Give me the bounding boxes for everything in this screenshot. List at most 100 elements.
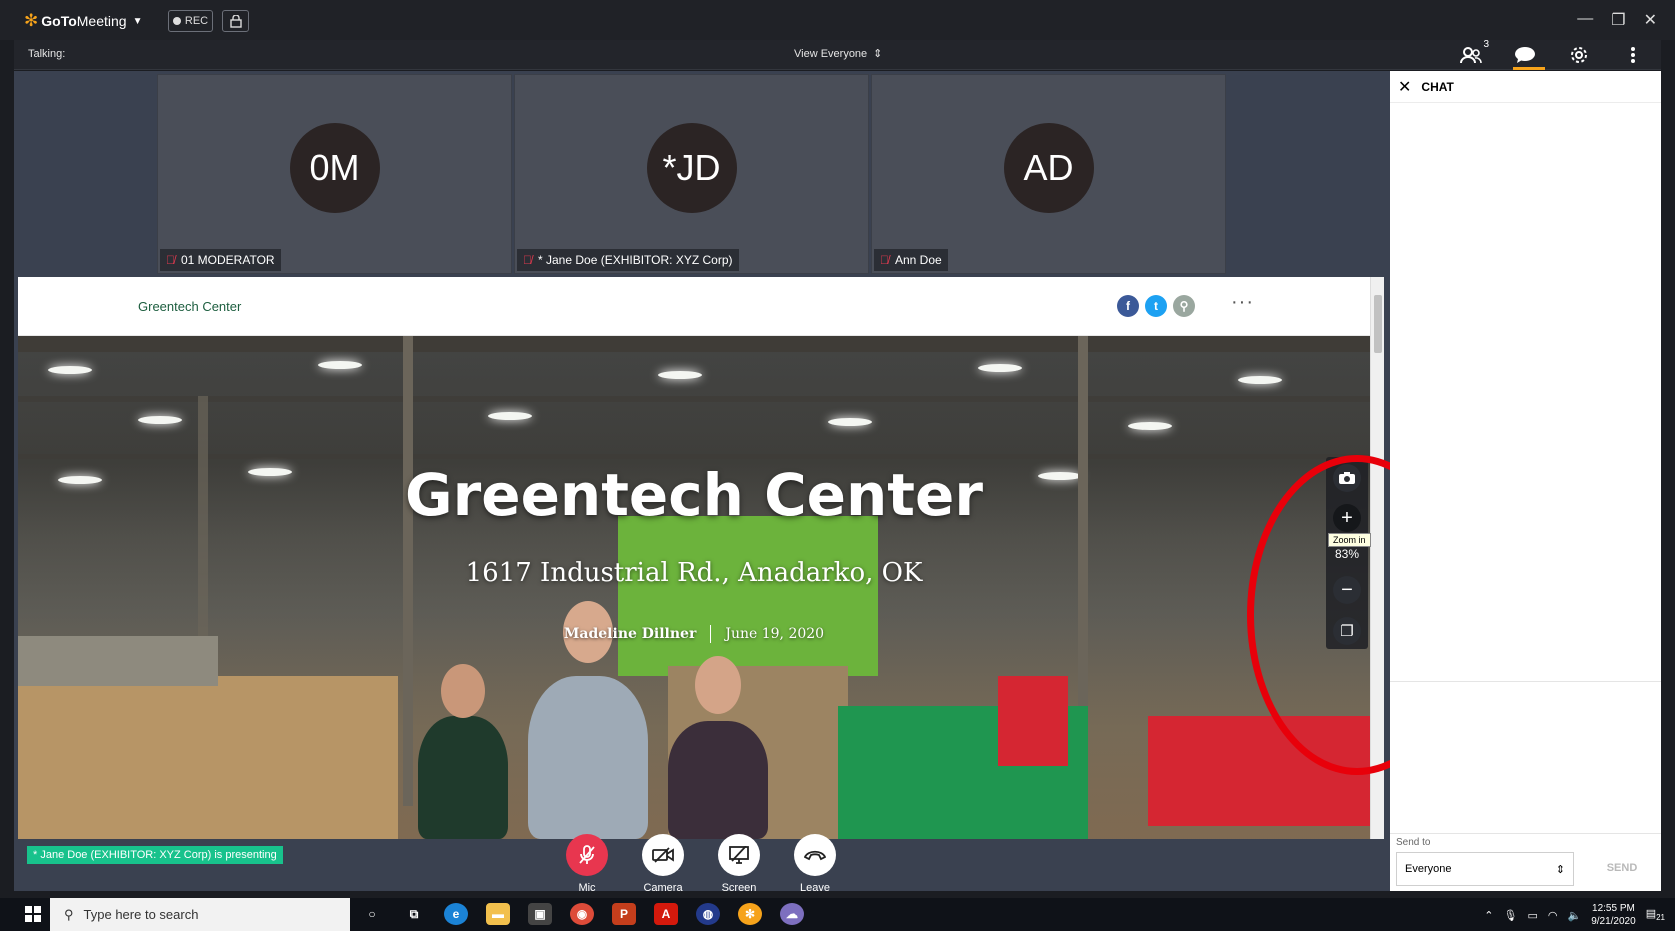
camera-button[interactable]: Camera [633,834,693,894]
app-logo-menu[interactable]: ✻ GoTo Meeting ▼ [24,11,142,31]
gotomeeting-window: ✻ GoTo Meeting ▼ REC — ❐ ✕ Talking: View… [0,0,1675,931]
record-button[interactable]: REC [168,10,213,32]
hero-meta: Madeline Dillner June 19, 2020 [18,625,1370,643]
windows-taskbar: ⚲ Type here to search ○ ⧉ e ▬ ▣ ◉ P A ◍ … [0,898,1675,931]
volume-icon[interactable]: 🔈 [1567,909,1581,922]
participants-button[interactable]: 3 [1457,39,1489,67]
chevron-up-icon[interactable]: ⌃ [1484,909,1493,922]
windows-start-button[interactable] [25,906,41,927]
ceiling-light [1238,376,1282,384]
chat-panel: ✕ CHAT Send to Everyone ⇕ SEND [1390,71,1661,891]
chat-button[interactable] [1511,43,1545,70]
settings-button[interactable] [1565,43,1593,67]
store-icon[interactable]: ▣ [528,903,552,925]
microphone-icon[interactable]: 🎙 [1504,909,1518,922]
notifications-icon[interactable]: ▤21 [1646,907,1665,922]
camera-off-icon [642,834,684,876]
ceiling-beam [18,396,1370,402]
more-horizontal-icon[interactable]: ··· [1231,291,1254,314]
taskbar-search[interactable]: ⚲ Type here to search [50,898,350,931]
webex-icon[interactable]: ◍ [696,903,720,925]
participant-name: Ann Doe [895,253,942,267]
task-view-icon[interactable]: ⧉ [402,903,426,925]
clock-time: 12:55 PM [1592,903,1635,914]
logo-text: Meeting [76,13,127,29]
shared-screen[interactable]: Greentech Center f t ⚲ ··· Greentech Cen… [18,277,1384,839]
hero-address: 1617 Industrial Rd., Anadarko, OK [465,558,923,588]
cortana-icon[interactable]: ○ [360,903,384,925]
gotomeeting-taskbar-icon[interactable]: ✻ [738,903,762,925]
up-down-chevron-icon: ⇕ [873,48,883,60]
notification-count: 21 [1656,913,1665,923]
stacked-boxes [18,676,398,839]
app-icon[interactable]: ☁ [780,903,804,925]
taskbar-search-placeholder: Type here to search [83,907,199,922]
participant-name: 01 MODERATOR [181,253,275,267]
participant-tile[interactable]: AD 🎙̸ Ann Doe [871,74,1226,274]
system-clock[interactable]: 12:55 PM 9/21/2020 [1591,902,1636,928]
ceiling-light [48,366,92,374]
acrobat-icon[interactable]: A [654,903,678,925]
clock-date: 9/21/2020 [1591,916,1636,927]
twitter-icon[interactable]: t [1145,295,1167,317]
ceiling-light [828,418,872,426]
edge-icon[interactable]: e [444,903,468,925]
person-head [695,656,741,714]
windows-logo-icon [25,906,41,922]
link-icon[interactable]: ⚲ [1173,295,1195,317]
ceiling-beam [18,454,1370,459]
restore-icon[interactable]: ❐ [1611,10,1625,30]
minimize-icon[interactable]: — [1577,10,1593,30]
view-selector[interactable]: View Everyone ⇕ [794,47,883,61]
website-header: Greentech Center f t ⚲ ··· [18,277,1370,336]
person-figure [528,676,648,839]
chevron-down-icon: ▼ [132,15,143,27]
chat-divider [1390,681,1661,682]
record-label: REC [184,15,209,27]
site-brand[interactable]: Greentech Center [138,299,241,314]
close-chat-icon[interactable]: ✕ [1398,77,1411,97]
file-explorer-icon[interactable]: ▬ [486,903,510,925]
lock-icon [229,14,242,28]
hero-image: Greentech Center 1617 Industrial Rd., An… [18,336,1370,839]
mic-muted-icon: 🎙̸ [166,253,175,267]
participant-name-tag: 🎙̸ * Jane Doe (EXHIBITOR: XYZ Corp) [517,249,739,271]
ceiling-light [138,416,182,424]
presenting-banner: * Jane Doe (EXHIBITOR: XYZ Corp) is pres… [27,846,283,864]
vertical-dots-icon [1631,47,1635,63]
top-right-icons: 3 [1457,39,1647,70]
battery-icon[interactable]: ▭ [1527,909,1537,922]
wifi-icon[interactable]: ◠ [1548,909,1558,922]
screen-share-button[interactable]: Screen [709,834,769,894]
leave-button[interactable]: Leave [785,834,845,894]
avatar: *JD [646,123,737,213]
scrollbar-thumb[interactable] [1374,295,1382,353]
more-options-button[interactable] [1619,43,1647,67]
participant-tile[interactable]: *JD 🎙̸ * Jane Doe (EXHIBITOR: XYZ Corp) [514,74,869,274]
mic-muted-icon: 🎙̸ [523,253,532,267]
facebook-icon[interactable]: f [1117,295,1139,317]
participant-name: * Jane Doe (EXHIBITOR: XYZ Corp) [538,253,733,267]
mic-button[interactable]: Mic [557,834,617,894]
chrome-icon[interactable]: ◉ [570,903,594,925]
send-to-label: Send to [1396,837,1431,848]
participant-tile[interactable]: 0M 🎙̸ 01 MODERATOR [157,74,512,274]
avatar: 0M [289,123,380,213]
hero-title: Greentech Center [405,461,983,529]
meta-divider [710,625,712,643]
ceiling-light [488,412,532,420]
participant-name-tag: 🎙̸ Ann Doe [874,249,948,271]
chat-title: CHAT [1421,79,1454,94]
send-to-select[interactable]: Everyone ⇕ [1396,852,1574,886]
logo-bold-text: GoTo [41,13,77,29]
green-machinery [618,516,878,676]
send-button[interactable]: SEND [1593,856,1651,880]
lock-meeting-button[interactable] [222,10,249,32]
view-selector-label: View Everyone [794,47,868,60]
meeting-stage: 0M 🎙̸ 01 MODERATOR *JD 🎙̸ * Jane Doe (EX… [14,71,1390,891]
screen-label: Screen [721,882,757,894]
close-icon[interactable]: ✕ [1644,10,1657,30]
powerpoint-icon[interactable]: P [612,903,636,925]
stacked-pallets [18,636,218,686]
ceiling-beam [18,336,1370,352]
